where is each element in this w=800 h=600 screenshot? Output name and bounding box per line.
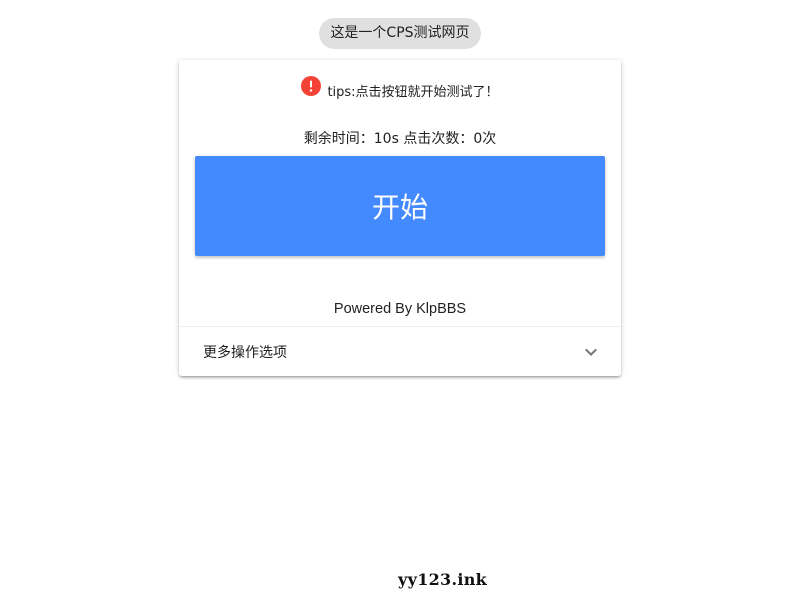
more-options-label: 更多操作选项 (203, 344, 287, 361)
tips-text: tips:点击按钮就开始测试了！ (327, 84, 499, 100)
watermark: yy123.ink (398, 570, 488, 589)
start-button[interactable]: 开始 (195, 156, 605, 256)
alert-circle-icon (301, 76, 322, 96)
more-options-expansion[interactable]: 更多操作选项 (179, 327, 621, 376)
cps-test-card: tips:点击按钮就开始测试了！ 剩余时间：10s 点击次数：0次 开始 Pow… (179, 60, 621, 376)
status-text: 剩余时间：10s 点击次数：0次 (303, 131, 497, 147)
tips-row: tips:点击按钮就开始测试了！ (179, 76, 621, 102)
page-title-chip: 这是一个CPS测试网页 (319, 18, 481, 49)
powered-by-text: Powered By KlpBBS (333, 301, 467, 317)
chevron-down-icon[interactable] (579, 340, 603, 364)
